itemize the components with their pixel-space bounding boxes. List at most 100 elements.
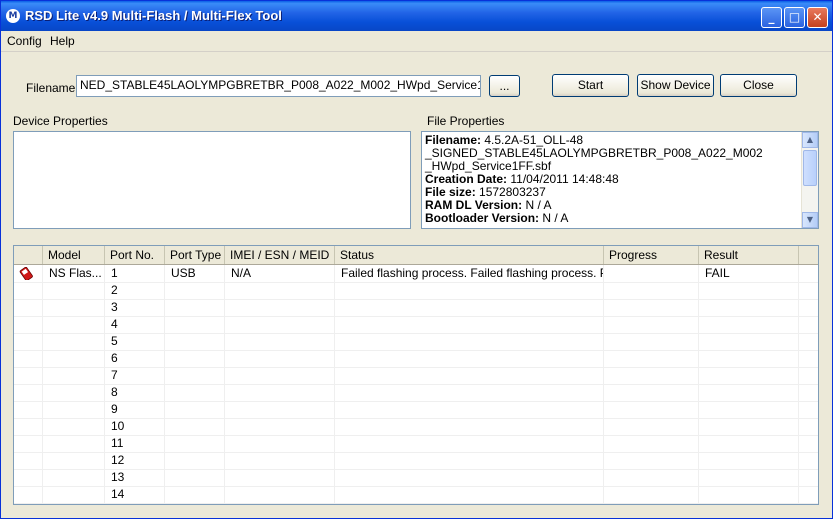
imei-cell	[225, 401, 335, 418]
table-row[interactable]: NS Flas... 1 USB N/A Failed flashing process…	[14, 265, 818, 283]
result-cell	[699, 384, 799, 401]
port-cell: 4	[105, 316, 165, 333]
port-cell: 10	[105, 418, 165, 435]
close-button[interactable]: Close	[720, 74, 797, 97]
column-header-imei[interactable]: IMEI / ESN / MEID	[225, 246, 335, 264]
column-header-status[interactable]: Status	[335, 246, 604, 264]
table-row[interactable]: 5	[14, 333, 818, 351]
table-row[interactable]: 13	[14, 469, 818, 487]
table-row[interactable]: 3	[14, 299, 818, 317]
start-button[interactable]: Start	[552, 74, 629, 97]
menu-config[interactable]: Config	[7, 34, 42, 48]
file-properties-label: File Properties	[427, 114, 505, 128]
icon-cell	[14, 282, 43, 299]
port-cell: 8	[105, 384, 165, 401]
status-cell: Failed flashing process. Failed flashing…	[335, 265, 604, 282]
imei-cell: N/A	[225, 265, 335, 282]
imei-cell	[225, 282, 335, 299]
icon-cell	[14, 418, 43, 435]
table-row[interactable]: 4	[14, 316, 818, 334]
port-type-cell	[165, 282, 225, 299]
column-header-model[interactable]: Model	[43, 246, 105, 264]
result-cell	[699, 418, 799, 435]
icon-cell	[14, 401, 43, 418]
column-header-progress[interactable]: Progress	[604, 246, 699, 264]
port-type-cell	[165, 384, 225, 401]
status-cell	[335, 435, 604, 452]
icon-cell	[14, 435, 43, 452]
file-properties-panel[interactable]: Filename: 4.5.2A-51_OLL-48 _SIGNED_STABL…	[421, 131, 819, 229]
fp-file-size-key: File size:	[425, 185, 476, 199]
progress-cell	[604, 384, 699, 401]
column-header-port-type[interactable]: Port Type	[165, 246, 225, 264]
scroll-down-icon[interactable]: ▼	[802, 212, 818, 228]
fp-file-size-value: 1572803237	[479, 185, 546, 199]
imei-cell	[225, 435, 335, 452]
progress-cell	[604, 350, 699, 367]
model-cell	[43, 367, 105, 384]
filename-field[interactable]: NED_STABLE45LAOLYMPGBRETBR_P008_A022_M00…	[76, 75, 481, 97]
table-row[interactable]: 9	[14, 401, 818, 419]
icon-cell	[14, 452, 43, 469]
model-cell	[43, 350, 105, 367]
port-type-cell	[165, 469, 225, 486]
phone-icon	[19, 267, 33, 280]
browse-button[interactable]: ...	[489, 75, 520, 97]
result-cell	[699, 469, 799, 486]
port-cell: 11	[105, 435, 165, 452]
table-row[interactable]: 2	[14, 282, 818, 300]
port-cell: 9	[105, 401, 165, 418]
scroll-thumb[interactable]	[803, 150, 817, 186]
imei-cell	[225, 299, 335, 316]
port-cell: 2	[105, 282, 165, 299]
port-type-cell: USB	[165, 265, 225, 282]
fp-filename-value-1: 4.5.2A-51_OLL-48	[484, 133, 584, 147]
progress-cell	[604, 486, 699, 503]
result-cell	[699, 282, 799, 299]
table-row[interactable]: 14	[14, 486, 818, 504]
imei-cell	[225, 486, 335, 503]
status-cell	[335, 418, 604, 435]
table-row[interactable]: 6	[14, 350, 818, 368]
show-device-button[interactable]: Show Device	[637, 74, 714, 97]
imei-cell	[225, 350, 335, 367]
minimize-button[interactable]: _	[761, 7, 782, 28]
icon-cell	[14, 299, 43, 316]
imei-cell	[225, 316, 335, 333]
icon-cell	[14, 486, 43, 503]
close-window-button[interactable]: ✕	[807, 7, 828, 28]
menu-help[interactable]: Help	[50, 34, 75, 48]
title-bar[interactable]: M RSD Lite v4.9 Multi-Flash / Multi-Flex…	[1, 1, 832, 31]
file-properties-scrollbar[interactable]: ▲ ▼	[801, 132, 818, 228]
scroll-up-icon[interactable]: ▲	[802, 132, 818, 148]
maximize-button[interactable]: □	[784, 7, 805, 28]
progress-cell	[604, 316, 699, 333]
progress-cell	[604, 282, 699, 299]
device-properties-panel[interactable]	[13, 131, 411, 229]
table-row[interactable]: 10	[14, 418, 818, 436]
result-cell	[699, 333, 799, 350]
table-row[interactable]: 11	[14, 435, 818, 453]
result-cell	[699, 452, 799, 469]
model-cell	[43, 299, 105, 316]
progress-cell	[604, 452, 699, 469]
table-row[interactable]: 12	[14, 452, 818, 470]
result-cell	[699, 367, 799, 384]
fp-creation-date-key: Creation Date:	[425, 172, 508, 186]
port-type-cell	[165, 316, 225, 333]
icon-cell	[14, 367, 43, 384]
fp-bootloader-key: Bootloader Version:	[425, 211, 540, 225]
column-header-icon[interactable]	[14, 246, 43, 264]
table-row[interactable]: 7	[14, 367, 818, 385]
filename-label: Filename:	[26, 81, 79, 95]
result-cell: FAIL	[699, 265, 799, 282]
imei-cell	[225, 333, 335, 350]
table-row[interactable]: 8	[14, 384, 818, 402]
status-cell	[335, 333, 604, 350]
column-header-port-no[interactable]: Port No.	[105, 246, 165, 264]
column-header-result[interactable]: Result	[699, 246, 799, 264]
device-table: Model Port No. Port Type IMEI / ESN / ME…	[13, 245, 819, 505]
result-cell	[699, 435, 799, 452]
menu-bar: Config Help	[1, 31, 832, 52]
progress-cell	[604, 333, 699, 350]
